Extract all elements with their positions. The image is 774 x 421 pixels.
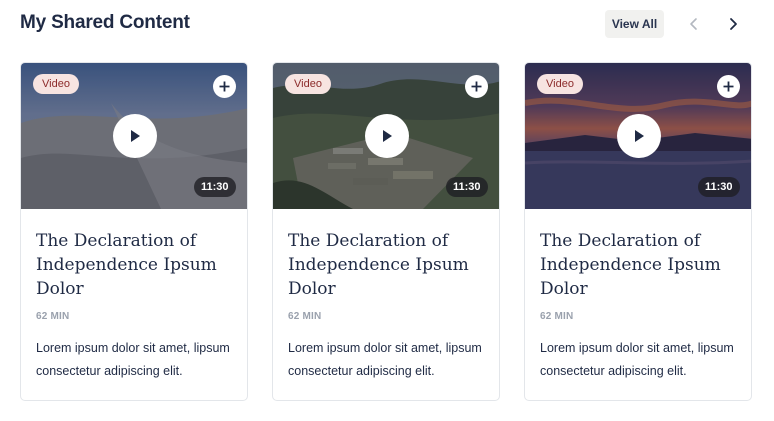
duration-badge: 11:30 <box>194 177 236 197</box>
page-title: My Shared Content <box>20 12 190 33</box>
content-card[interactable]: Video 11:30 The Declaration of Independe… <box>20 62 248 401</box>
play-button[interactable] <box>113 114 157 158</box>
chevron-right-icon <box>730 18 737 30</box>
video-thumbnail[interactable]: Video 11:30 <box>525 63 751 209</box>
prev-button[interactable] <box>684 14 704 34</box>
type-badge: Video <box>537 74 583 94</box>
play-icon <box>131 130 140 142</box>
card-title[interactable]: The Declaration of Independence Ipsum Do… <box>540 229 740 301</box>
duration-badge: 11:30 <box>698 177 740 197</box>
type-badge: Video <box>285 74 331 94</box>
card-description: Lorem ipsum dolor sit amet, lipsum conse… <box>540 341 734 378</box>
add-button[interactable] <box>465 75 488 98</box>
card-meta: 62 MIN <box>288 311 322 322</box>
view-all-button[interactable]: View All <box>605 10 664 38</box>
content-card[interactable]: Video 11:30 The Declaration of Independe… <box>272 62 500 401</box>
plus-icon <box>219 81 230 92</box>
add-button[interactable] <box>717 75 740 98</box>
chevron-left-icon <box>690 18 697 30</box>
duration-badge: 11:30 <box>446 177 488 197</box>
card-description: Lorem ipsum dolor sit amet, lipsum conse… <box>36 341 230 378</box>
plus-icon <box>723 81 734 92</box>
card-meta: 62 MIN <box>36 311 70 322</box>
play-button[interactable] <box>617 114 661 158</box>
video-thumbnail[interactable]: Video 11:30 <box>273 63 499 209</box>
card-title[interactable]: The Declaration of Independence Ipsum Do… <box>288 229 488 301</box>
card-title[interactable]: The Declaration of Independence Ipsum Do… <box>36 229 236 301</box>
plus-icon <box>471 81 482 92</box>
section-header: My Shared Content View All <box>20 10 754 38</box>
play-icon <box>635 130 644 142</box>
play-button[interactable] <box>365 114 409 158</box>
card-meta: 62 MIN <box>540 311 574 322</box>
card-description: Lorem ipsum dolor sit amet, lipsum conse… <box>288 341 482 378</box>
next-button[interactable] <box>723 14 743 34</box>
video-thumbnail[interactable]: Video 11:30 <box>21 63 247 209</box>
play-icon <box>383 130 392 142</box>
add-button[interactable] <box>213 75 236 98</box>
type-badge: Video <box>33 74 79 94</box>
content-card[interactable]: Video 11:30 The Declaration of Independe… <box>524 62 752 401</box>
